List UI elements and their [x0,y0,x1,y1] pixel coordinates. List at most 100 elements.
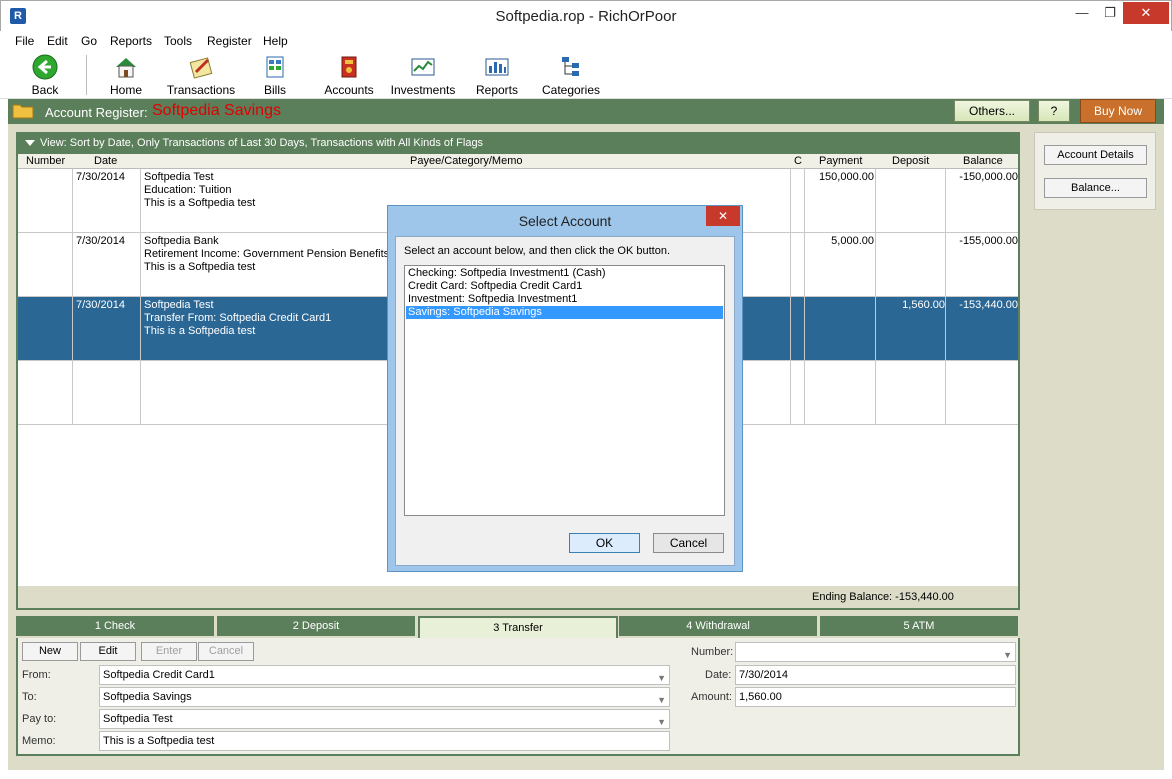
categories-tree-icon [557,54,585,80]
list-item[interactable]: Investment: Softpedia Investment1 [406,293,723,306]
view-filter-bar[interactable]: View: Sort by Date, Only Transactions of… [18,134,1018,154]
tab-deposit[interactable]: 2 Deposit [217,616,417,636]
transactions-button[interactable]: Transactions [165,54,237,97]
menu-file[interactable]: File [15,34,34,48]
categories-label: Categories [541,83,601,97]
balance-button[interactable]: Balance... [1044,178,1147,198]
row-category: Transfer From: Softpedia Credit Card1 [144,312,332,324]
transaction-type-tabs: 1 Check 2 Deposit 3 Transfer 4 Withdrawa… [16,616,1020,638]
tab-check[interactable]: 1 Check [16,616,216,636]
bills-label: Bills [263,83,286,97]
chevron-down-icon[interactable]: ▼ [657,713,666,731]
row-payee-block: Softpedia Bank Retirement Income: Govern… [144,235,389,274]
buy-now-button[interactable]: Buy Now [1080,99,1156,123]
list-item-selected[interactable]: Savings: Softpedia Savings [406,306,723,319]
reports-button[interactable]: Reports [475,54,519,97]
col-payee[interactable]: Payee/Category/Memo [410,155,523,167]
title-bar: R Softpedia.rop - RichOrPoor — ❐ ✕ [0,0,1172,31]
date-field[interactable]: 7/30/2014 [735,665,1016,685]
view-filter-text: View: Sort by Date, Only Transactions of… [40,137,484,149]
back-arrow-icon [31,54,59,80]
row-category: Education: Tuition [144,184,232,196]
col-number[interactable]: Number [26,155,65,167]
cancel-button[interactable]: Cancel [198,642,254,661]
folder-icon [12,102,34,119]
chevron-down-icon[interactable]: ▼ [657,691,666,709]
dialog-instruction: Select an account below, and then click … [404,245,671,257]
chevron-down-icon[interactable]: ▼ [657,669,666,687]
to-select[interactable]: Softpedia Savings ▼ [99,687,670,707]
expand-triangle-icon[interactable] [25,140,35,146]
row-date: 7/30/2014 [76,235,125,247]
amount-field[interactable]: 1,560.00 [735,687,1016,707]
tab-atm[interactable]: 5 ATM [820,616,1020,636]
memo-field[interactable]: This is a Softpedia test [99,731,670,751]
col-cleared[interactable]: C [794,155,802,167]
col-date[interactable]: Date [94,155,117,167]
help-button[interactable]: ? [1038,100,1070,122]
window-title: Softpedia.rop - RichOrPoor [495,8,677,25]
row-payee-block: Softpedia Test Transfer From: Softpedia … [144,299,331,338]
from-select[interactable]: Softpedia Credit Card1 ▼ [99,665,670,685]
back-button[interactable]: Back [25,54,65,97]
from-value: Softpedia Credit Card1 [103,669,215,681]
chevron-down-icon[interactable]: ▼ [1003,646,1012,664]
payto-select[interactable]: Softpedia Test ▼ [99,709,670,729]
number-label: Number: [691,646,734,658]
edit-button[interactable]: Edit [80,642,136,661]
from-label: From: [22,669,51,681]
number-select[interactable]: ▼ [735,642,1016,662]
reports-chart-icon [483,54,511,80]
memo-value: This is a Softpedia test [103,735,215,747]
bills-button[interactable]: Bills [258,54,292,97]
minimize-icon[interactable]: — [1069,2,1095,24]
row-balance: -155,000.00 [959,235,1018,247]
maximize-icon[interactable]: ❐ [1097,2,1123,24]
categories-button[interactable]: Categories [541,54,601,97]
home-button[interactable]: Home [104,54,148,97]
column-divider [72,169,73,425]
date-label: Date: [705,669,732,681]
ending-balance: Ending Balance: -153,440.00 [812,591,954,603]
accounts-button[interactable]: Accounts [322,54,376,97]
menu-reports[interactable]: Reports [110,34,152,48]
menu-register[interactable]: Register [207,34,252,48]
row-payee-block: Softpedia Test Education: Tuition This i… [144,171,255,210]
column-divider [804,169,805,425]
col-deposit[interactable]: Deposit [892,155,929,167]
column-divider [140,169,141,425]
transaction-form: New Edit Enter Cancel From: Softpedia Cr… [16,638,1020,756]
close-icon[interactable]: ✕ [1123,2,1169,24]
col-payment[interactable]: Payment [819,155,862,167]
register-column-header: Number Date Payee/Category/Memo C Paymen… [18,154,1018,169]
col-balance[interactable]: Balance [963,155,1003,167]
account-register-header: Account Register: Softpedia Savings Othe… [8,99,1164,124]
investments-button[interactable]: Investments [390,54,456,97]
tab-withdrawal[interactable]: 4 Withdrawal [619,616,819,636]
row-payment: 5,000.00 [831,235,874,247]
menu-edit[interactable]: Edit [47,34,68,48]
row-memo: This is a Softpedia test [144,325,256,337]
new-button[interactable]: New [22,642,78,661]
menu-go[interactable]: Go [81,34,97,48]
row-date: 7/30/2014 [76,299,125,311]
dialog-close-icon[interactable]: ✕ [706,206,740,226]
select-account-dialog: Select Account ✕ Select an account below… [387,205,743,572]
column-divider [790,169,791,425]
enter-button[interactable]: Enter [141,642,197,661]
accounts-icon [335,54,363,80]
row-payment: 150,000.00 [818,171,874,183]
tab-transfer[interactable]: 3 Transfer [418,616,618,638]
to-label: To: [22,691,37,703]
menu-tools[interactable]: Tools [164,34,192,48]
list-item[interactable]: Credit Card: Softpedia Credit Card1 [406,280,723,293]
menu-help[interactable]: Help [263,34,288,48]
others-button[interactable]: Others... [954,100,1030,122]
to-value: Softpedia Savings [103,691,192,703]
row-balance: -153,440.00 [959,299,1018,311]
account-details-button[interactable]: Account Details [1044,145,1147,165]
ok-button[interactable]: OK [569,533,640,553]
account-list[interactable]: Checking: Softpedia Investment1 (Cash) C… [404,265,725,516]
list-item[interactable]: Checking: Softpedia Investment1 (Cash) [406,267,723,280]
dialog-cancel-button[interactable]: Cancel [653,533,724,553]
